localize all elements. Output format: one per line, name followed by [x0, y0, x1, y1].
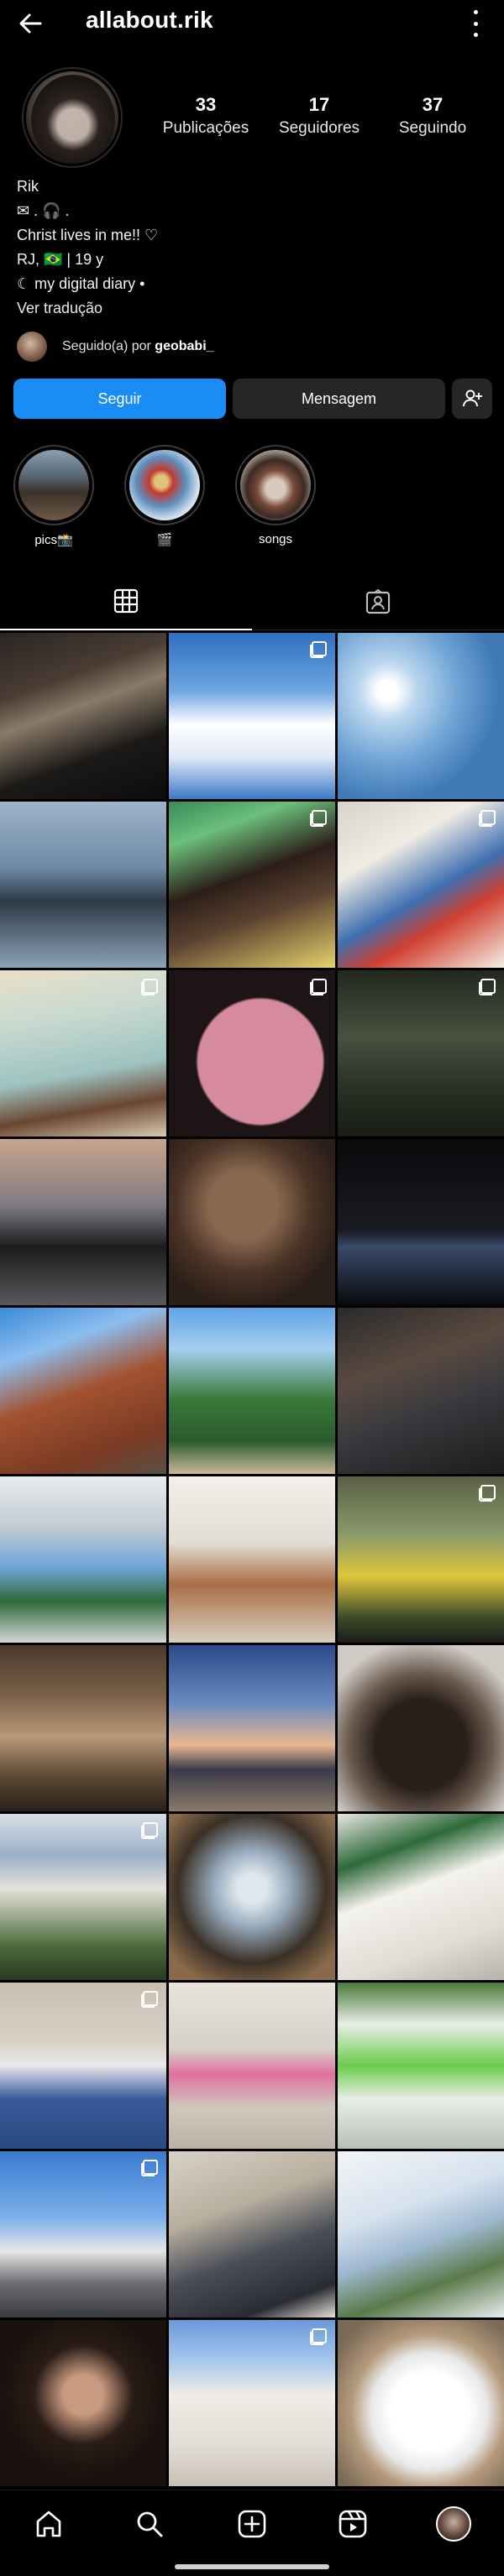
stat-posts[interactable]: 33 Publicações — [151, 94, 260, 138]
followed-by[interactable]: Seguido(a) por geobabi_ — [17, 330, 214, 363]
grid-post[interactable] — [169, 633, 335, 799]
bio-line: Christ lives in me!! ♡ — [17, 227, 159, 243]
grid-post[interactable] — [169, 1308, 335, 1474]
grid-post[interactable] — [169, 802, 335, 968]
carousel-icon — [479, 979, 496, 995]
carousel-icon — [310, 979, 327, 995]
mutual-follower-avatar — [17, 332, 47, 362]
highlight-songs[interactable]: songs — [234, 445, 318, 546]
grid-post[interactable] — [0, 1814, 166, 1980]
bottom-navigation — [0, 2490, 504, 2576]
profile-avatar[interactable] — [435, 2505, 472, 2542]
grid-post[interactable] — [169, 2151, 335, 2317]
followed-by-text: Seguido(a) por geobabi_ — [62, 339, 214, 354]
profile-stats: 33 Publicações 17 Seguidores 37 Seguindo — [151, 94, 487, 138]
search-icon[interactable] — [131, 2505, 168, 2542]
bio-line: ✉ . 🎧 . — [17, 202, 70, 219]
grid-post[interactable] — [0, 1983, 166, 2149]
grid-post[interactable] — [0, 2151, 166, 2317]
carousel-icon — [141, 1822, 158, 1839]
stat-following[interactable]: 37 Seguindo — [378, 94, 487, 138]
grid-post[interactable] — [0, 1139, 166, 1305]
home-icon[interactable] — [30, 2505, 67, 2542]
grid-post[interactable] — [338, 2320, 504, 2486]
profile-tabs — [0, 573, 504, 630]
grid-post[interactable] — [338, 802, 504, 968]
profile-username: allabout.rik — [86, 7, 213, 33]
grid-post[interactable] — [169, 1983, 335, 2149]
grid-post[interactable] — [338, 1308, 504, 1474]
carousel-icon — [141, 2160, 158, 2176]
highlight-label: songs — [258, 532, 293, 546]
grid-post[interactable] — [338, 970, 504, 1136]
grid-post[interactable] — [338, 1983, 504, 2149]
grid-post[interactable] — [338, 633, 504, 799]
carousel-icon — [479, 810, 496, 827]
highlight-label: pics📸 — [34, 533, 73, 547]
grid-post[interactable] — [338, 1139, 504, 1305]
follow-button[interactable]: Seguir — [13, 379, 226, 419]
carousel-icon — [310, 641, 327, 658]
grid-post[interactable] — [0, 802, 166, 968]
grid-post[interactable] — [169, 1814, 335, 1980]
tab-posts-grid[interactable] — [0, 573, 252, 630]
grid-post[interactable] — [0, 1476, 166, 1643]
stat-label: Publicações — [162, 119, 249, 137]
see-translation-link[interactable]: Ver tradução — [17, 296, 158, 321]
posts-grid — [0, 633, 504, 2486]
grid-post[interactable] — [169, 1645, 335, 1811]
grid-post[interactable] — [338, 1814, 504, 1980]
grid-post[interactable] — [0, 1645, 166, 1811]
add-person-button[interactable] — [452, 379, 492, 419]
stat-label: Seguidores — [278, 119, 360, 137]
add-person-icon — [463, 389, 482, 407]
more-icon[interactable] — [470, 10, 480, 37]
grid-post[interactable] — [169, 970, 335, 1136]
grid-post[interactable] — [169, 1139, 335, 1305]
highlight-ring — [235, 445, 316, 525]
grid-post[interactable] — [0, 2320, 166, 2486]
carousel-icon — [310, 810, 327, 827]
grid-icon — [113, 588, 139, 614]
bio-line: RJ, 🇧🇷 | 19 y — [17, 251, 104, 268]
message-button[interactable]: Mensagem — [233, 379, 445, 419]
tagged-icon — [365, 589, 391, 614]
grid-post[interactable] — [169, 1476, 335, 1643]
followed-by-prefix: Seguido(a) por — [62, 339, 155, 353]
grid-post[interactable] — [338, 1645, 504, 1811]
grid-post[interactable] — [0, 633, 166, 799]
highlight-movies[interactable]: 🎬 — [123, 445, 207, 547]
tab-tagged[interactable] — [252, 573, 504, 630]
profile-name: Rik — [17, 178, 39, 195]
stat-value: 37 — [422, 94, 444, 115]
grid-post[interactable] — [338, 1476, 504, 1643]
highlight-ring — [13, 445, 94, 525]
followed-by-user: geobabi_ — [155, 339, 214, 353]
profile-bio: Rik ✉ . 🎧 . Christ lives in me!! ♡ RJ, 🇧… — [17, 175, 158, 321]
stat-followers[interactable]: 17 Seguidores — [265, 94, 374, 138]
stat-value: 17 — [308, 94, 330, 115]
carousel-icon — [310, 2328, 327, 2345]
top-bar: allabout.rik — [0, 0, 504, 47]
grid-post[interactable] — [338, 2151, 504, 2317]
bio-line: ☾ my digital diary • — [17, 275, 145, 292]
highlight-label: 🎬 — [156, 533, 173, 547]
carousel-icon — [141, 979, 158, 995]
back-arrow-icon[interactable] — [15, 8, 45, 39]
profile-avatar[interactable] — [24, 69, 121, 166]
grid-post[interactable] — [0, 970, 166, 1136]
highlight-pics[interactable]: pics📸 — [12, 445, 96, 547]
carousel-icon — [141, 1991, 158, 2008]
stat-value: 33 — [195, 94, 217, 115]
stat-label: Seguindo — [398, 119, 467, 137]
reels-icon[interactable] — [334, 2505, 371, 2542]
highlight-ring — [124, 445, 205, 525]
carousel-icon — [479, 1485, 496, 1502]
home-indicator — [175, 2564, 329, 2569]
create-icon[interactable] — [234, 2505, 270, 2542]
grid-post[interactable] — [169, 2320, 335, 2486]
grid-post[interactable] — [0, 1308, 166, 1474]
